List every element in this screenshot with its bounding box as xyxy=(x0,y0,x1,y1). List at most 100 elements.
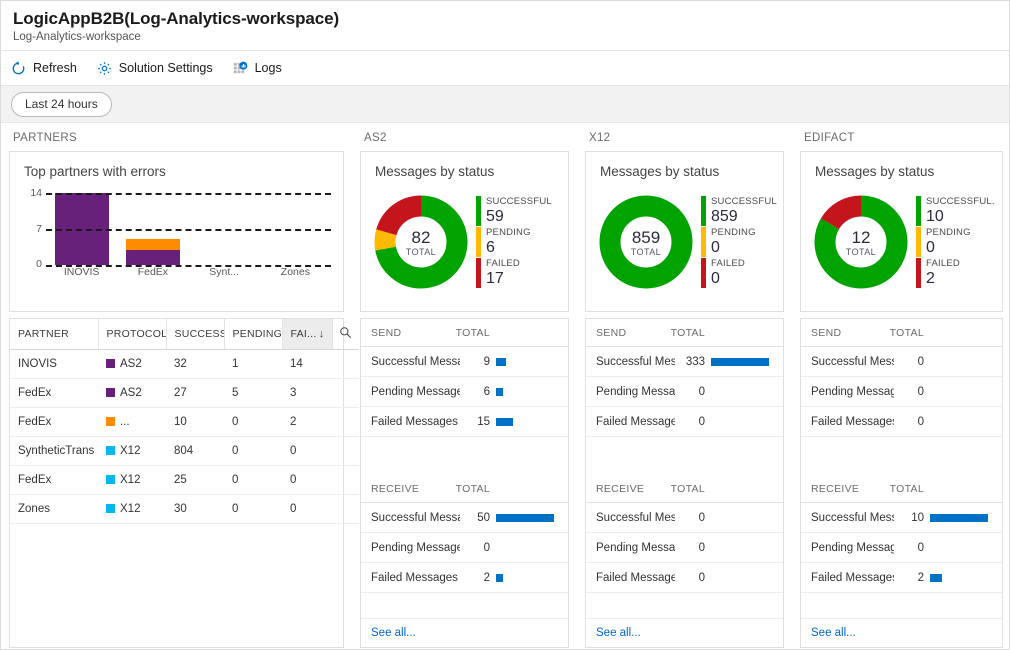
cell-success: 10 xyxy=(166,407,224,437)
metrics-spacer xyxy=(801,593,1002,618)
col-header-success[interactable]: SUCCESS xyxy=(166,319,225,350)
gear-icon xyxy=(97,61,112,76)
metrics-row[interactable]: Pending Messages 0 xyxy=(361,533,568,563)
table-row[interactable]: FedEx AS2 27 5 3 xyxy=(10,378,359,408)
partners-table-body: INOVIS AS2 32 1 14 FedEx AS2 27 5 3 FedEx... 10 0 2 Sy… xyxy=(10,349,359,524)
dashboard-columns: PARTNERS Top partners with errors 14 7 0… xyxy=(1,123,1009,648)
x12-messages-by-status-card[interactable]: Messages by status 859 TOTAL SUCCESSFUL 85… xyxy=(585,151,784,312)
metrics-section-header: SEND TOTAL xyxy=(801,319,1002,347)
metrics-row-bar xyxy=(496,387,503,396)
metrics-row[interactable]: Pending Messages 0 xyxy=(801,533,1002,563)
cell-failed: 2 xyxy=(282,407,332,437)
metrics-row[interactable]: Successful Messages 0 xyxy=(801,347,1002,377)
as2-donut-chart: 82 TOTAL xyxy=(373,194,469,290)
metrics-row-label: Failed Messages xyxy=(371,571,458,584)
table-row[interactable]: INOVIS AS2 32 1 14 xyxy=(10,349,359,379)
legend-item[interactable]: SUCCESSFUL 59 xyxy=(476,195,564,226)
metrics-row-label: Pending Messages xyxy=(371,385,460,398)
legend-item[interactable]: SUCCESSFUL 859 xyxy=(701,195,779,226)
refresh-icon xyxy=(11,60,26,76)
cell-protocol: X12 xyxy=(98,465,166,495)
page-subtitle: Log-Analytics-workspace xyxy=(13,31,141,43)
col-header-protocol[interactable]: PROTOCOL xyxy=(98,319,167,350)
legend-color-bar xyxy=(916,195,921,226)
partners-table-card: PARTNER PROTOCOL SUCCESS PENDING FAI... … xyxy=(9,318,359,648)
metrics-row[interactable]: Pending Messages 0 xyxy=(801,377,1002,407)
edifact-messages-by-status-card[interactable]: Messages by status 12 TOTAL SUCCESSFUL. 10… xyxy=(800,151,1003,312)
metrics-row[interactable]: Failed Messages 2 xyxy=(801,563,1002,593)
protocol-color-swatch xyxy=(106,417,115,426)
metrics-row-bar-box xyxy=(930,573,992,582)
metrics-row[interactable]: Successful Messages 333 xyxy=(586,347,783,377)
column-edifact: EDIFACT Messages by status 12 TOTAL SUCCE… xyxy=(792,123,1009,648)
metrics-row[interactable]: Failed Messages 0 xyxy=(586,407,783,437)
metrics-row[interactable]: Pending Messages 0 xyxy=(586,533,783,563)
time-range-filter[interactable]: Last 24 hours xyxy=(11,91,112,117)
col-header-failed[interactable]: FAI... ↓ xyxy=(282,319,333,350)
metrics-row[interactable]: Successful Messages 9 xyxy=(361,347,568,377)
metrics-row-label: Pending Messages xyxy=(371,541,460,554)
gridline-7 xyxy=(46,229,331,231)
metrics-row[interactable]: Successful Messages 50 xyxy=(361,503,568,533)
metrics-row[interactable]: Failed Messages 0 xyxy=(586,563,783,593)
table-row[interactable]: SyntheticTrans X12 804 0 0 xyxy=(10,436,359,466)
metrics-row[interactable]: Pending Messages 0 xyxy=(586,377,783,407)
metrics-row[interactable]: Pending Messages 6 xyxy=(361,377,568,407)
metrics-row[interactable]: Failed Messages 15 xyxy=(361,407,568,437)
legend-label: SUCCESSFUL xyxy=(486,195,552,207)
y-tick-7: 7 xyxy=(36,223,42,235)
legend-value: 59 xyxy=(486,207,504,225)
edifact-donut-legend: SUCCESSFUL. 10 PENDING 0 FAILED 2 xyxy=(909,195,998,289)
metrics-total-label: TOTAL xyxy=(670,326,705,339)
see-all-link[interactable]: See all... xyxy=(586,618,783,647)
metrics-row-label: Successful Messages xyxy=(596,355,675,368)
edifact-donut-title: Messages by status xyxy=(815,164,935,179)
col-header-pending[interactable]: PENDING xyxy=(224,319,283,350)
search-icon xyxy=(339,327,352,342)
metrics-row-value: 10 xyxy=(911,511,924,524)
metrics-row[interactable]: Failed Messages 2 xyxy=(361,563,568,593)
x-axis-label: INOVIS xyxy=(63,266,100,278)
as2-messages-by-status-card[interactable]: Messages by status 82 TOTAL SUCCESSFUL 59 P… xyxy=(360,151,569,312)
metrics-row-bar xyxy=(496,573,503,582)
legend-color-bar xyxy=(701,226,706,257)
b2b-dashboard: LogicAppB2B(Log-Analytics-workspace) Log… xyxy=(0,0,1010,650)
legend-item[interactable]: PENDING 0 xyxy=(916,226,998,257)
metrics-row[interactable]: Successful Messages 0 xyxy=(586,503,783,533)
metrics-row[interactable]: Successful Messages 10 xyxy=(801,503,1002,533)
refresh-button[interactable]: Refresh xyxy=(11,60,77,76)
metrics-row[interactable]: Failed Messages 0 xyxy=(801,407,1002,437)
logs-button[interactable]: Logs xyxy=(233,61,282,76)
protocol-color-swatch xyxy=(106,388,115,397)
metrics-row-bar xyxy=(711,357,769,366)
metrics-section-header: RECEIVE TOTAL xyxy=(361,475,568,503)
as2-donut-wrap: 82 TOTAL SUCCESSFUL 59 PENDING 6 FAILED 17 xyxy=(361,183,568,299)
legend-text: FAILED 2 xyxy=(926,258,960,288)
table-row[interactable]: FedEx X12 25 0 0 xyxy=(10,465,359,495)
metrics-row-label: Pending Messages xyxy=(596,385,675,398)
see-all-link[interactable]: See all... xyxy=(361,618,568,647)
metrics-row-bar xyxy=(496,513,554,522)
legend-item[interactable]: FAILED 2 xyxy=(916,257,998,288)
legend-item[interactable]: FAILED 17 xyxy=(476,257,564,288)
metrics-section-label: SEND xyxy=(371,326,402,339)
column-header-edifact: EDIFACT xyxy=(804,132,855,144)
legend-item[interactable]: PENDING 0 xyxy=(701,226,779,257)
legend-item[interactable]: FAILED 0 xyxy=(701,257,779,288)
table-row[interactable]: Zones X12 30 0 0 xyxy=(10,494,359,524)
solution-settings-label: Solution Settings xyxy=(118,61,213,75)
metrics-total-label: TOTAL xyxy=(455,482,490,495)
as2-metrics-card: SEND TOTAL Successful Messages 9 Pending Mes… xyxy=(360,318,569,648)
metrics-section-label: RECEIVE xyxy=(371,482,420,495)
see-all-link[interactable]: See all... xyxy=(801,618,1002,647)
metrics-row-label: Pending Messages xyxy=(596,541,675,554)
col-header-partner[interactable]: PARTNER xyxy=(10,319,99,350)
protocol-color-swatch xyxy=(106,446,115,455)
bar-segment xyxy=(125,239,180,250)
solution-settings-button[interactable]: Solution Settings xyxy=(97,61,213,76)
legend-item[interactable]: SUCCESSFUL. 10 xyxy=(916,195,998,226)
table-row[interactable]: FedEx... 10 0 2 xyxy=(10,407,359,437)
top-partners-errors-card[interactable]: Top partners with errors 14 7 0 INOVIS Fe… xyxy=(9,151,344,312)
cell-partner: FedEx xyxy=(10,465,98,495)
legend-item[interactable]: PENDING 6 xyxy=(476,226,564,257)
